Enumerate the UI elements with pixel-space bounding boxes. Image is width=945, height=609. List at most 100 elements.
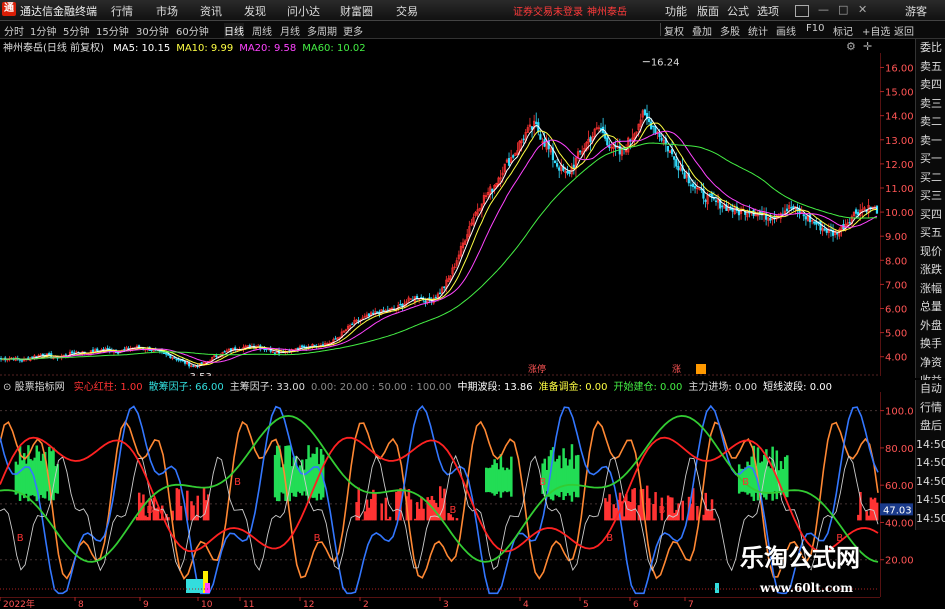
candle-body — [790, 207, 793, 209]
side-button[interactable]: 外盘 — [916, 317, 945, 336]
candle-body — [660, 137, 663, 141]
menu-options[interactable]: 选项 — [757, 3, 779, 19]
green-bar — [576, 454, 580, 498]
menu-layout[interactable]: 版面 — [697, 3, 719, 19]
menu-news[interactable]: 资讯 — [200, 3, 222, 19]
side-button[interactable]: 卖三 — [916, 95, 945, 114]
period-monthly[interactable]: 月线 — [280, 23, 300, 38]
tool-f10[interactable]: F10 — [806, 23, 824, 34]
side-button[interactable]: 换手 — [916, 335, 945, 354]
minimize-icon[interactable]: — — [818, 3, 829, 16]
bottom-marker-magenta — [205, 583, 210, 593]
date-label: 2 — [363, 600, 369, 609]
side-button[interactable]: 买三 — [916, 187, 945, 206]
price-label: 7.00 — [885, 280, 907, 291]
side-lower-button[interactable]: 行情 — [916, 399, 945, 418]
window-icon[interactable] — [795, 5, 809, 17]
candle-body — [721, 205, 724, 208]
menu-trade[interactable]: 交易 — [396, 3, 418, 19]
tool-draw[interactable]: 画线 — [776, 23, 796, 38]
side-lower-button[interactable]: 14:50 — [916, 436, 945, 455]
menu-function[interactable]: 功能 — [665, 3, 687, 19]
period-1min[interactable]: 1分钟 — [30, 23, 56, 38]
menu-ask[interactable]: 问小达 — [287, 3, 320, 19]
side-button[interactable]: 买五 — [916, 224, 945, 243]
side-button[interactable]: 总量 — [916, 298, 945, 317]
side-button[interactable]: 买二 — [916, 169, 945, 188]
tool-mark[interactable]: 标记 — [833, 23, 853, 38]
side-lower-button[interactable]: 14:50 — [916, 510, 945, 529]
zoom-icon[interactable]: ✛ — [863, 40, 872, 53]
side-lower-button[interactable]: 14:50 — [916, 491, 945, 510]
side-button[interactable]: 卖四 — [916, 76, 945, 95]
tool-back[interactable]: 返回 — [894, 23, 914, 38]
maximize-icon[interactable]: □ — [838, 3, 848, 16]
period-multi[interactable]: 多周期 — [307, 23, 337, 38]
period-60min[interactable]: 60分钟 — [176, 23, 209, 38]
menu-wealth[interactable]: 财富圈 — [340, 3, 373, 19]
red-bar — [388, 516, 392, 521]
side-button[interactable]: 涨跌 — [916, 261, 945, 280]
tool-multistock[interactable]: 多股 — [720, 23, 740, 38]
candle-body — [48, 353, 51, 355]
candle-body — [813, 221, 816, 224]
candles — [0, 104, 879, 369]
ma10-line — [0, 122, 877, 366]
side-button[interactable]: 卖一 — [916, 132, 945, 151]
tool-overlay[interactable]: 叠加 — [692, 23, 712, 38]
side-button[interactable]: 买四 — [916, 206, 945, 225]
side-lower-button[interactable]: 14:50 — [916, 454, 945, 473]
red-bar — [451, 517, 455, 521]
side-lower-button[interactable]: 自动 — [916, 380, 945, 399]
side-upper-list: 委比卖五卖四卖三卖二卖一买一买二买三买四买五现价涨跌涨幅总量外盘换手净资收益 — [916, 39, 945, 387]
close-icon[interactable]: ✕ — [858, 3, 867, 16]
side-lower-button[interactable]: 14:50 — [916, 473, 945, 492]
period-5min[interactable]: 5分钟 — [63, 23, 89, 38]
candle-body — [167, 353, 170, 356]
period-30min[interactable]: 30分钟 — [136, 23, 169, 38]
red-bar — [374, 493, 377, 521]
price-label: 4.00 — [885, 353, 907, 364]
price-label: 10.00 — [885, 208, 913, 219]
settings-gear-icon[interactable]: ⚙ — [846, 40, 856, 53]
period-15min[interactable]: 15分钟 — [96, 23, 129, 38]
candle-body — [666, 145, 670, 152]
tool-add-favorite[interactable]: +自选 — [862, 23, 890, 38]
buy-signal: B — [606, 533, 613, 544]
price-label: 5.00 — [885, 329, 907, 340]
login-warning[interactable]: 证券交易未登录 — [513, 3, 583, 18]
buy-signal: B — [146, 505, 153, 516]
date-label: 10 — [201, 600, 213, 609]
side-button[interactable]: 卖五 — [916, 58, 945, 77]
menu-quotes[interactable]: 行情 — [111, 3, 133, 19]
candle-body — [106, 347, 109, 350]
period-timeshare[interactable]: 分时 — [4, 23, 24, 38]
period-daily[interactable]: 日线 — [224, 23, 244, 38]
candle-body — [539, 134, 542, 140]
menu-discover[interactable]: 发现 — [244, 3, 266, 19]
date-axis: 2022年 8 9 10 11 12 2 3 4 5 6 7 — [0, 597, 880, 609]
side-button[interactable]: 买一 — [916, 150, 945, 169]
side-button[interactable]: 净资 — [916, 354, 945, 373]
side-lower-button[interactable]: 盘后 — [916, 417, 945, 436]
period-weekly[interactable]: 周线 — [252, 23, 272, 38]
menu-formula[interactable]: 公式 — [727, 3, 749, 19]
high-annotation: 16.24 — [651, 58, 680, 69]
period-more[interactable]: 更多 — [343, 23, 363, 38]
tool-adjust[interactable]: 复权 — [664, 23, 684, 38]
sub-current-value: 47.03 — [883, 505, 912, 516]
side-button[interactable]: 卖二 — [916, 113, 945, 132]
side-button[interactable]: 涨幅 — [916, 280, 945, 299]
main-chart-header: 神州泰岳(日线 前复权) MA5: 10.15 MA10: 9.99 MA20: 9… — [0, 39, 366, 54]
side-button[interactable]: 现价 — [916, 243, 945, 262]
candle-body — [31, 356, 34, 359]
price-label: 15.00 — [885, 88, 913, 99]
price-label: 8.00 — [885, 256, 907, 267]
price-chart[interactable]: 16.24 3.53 涨停 涨 — [0, 53, 880, 376]
menu-market[interactable]: 市场 — [156, 3, 178, 19]
sub-axis-label: 60.00 — [885, 481, 913, 492]
side-button[interactable]: 委比 — [916, 39, 945, 58]
guest-label[interactable]: 游客 — [905, 3, 927, 19]
tool-stats[interactable]: 统计 — [748, 23, 768, 38]
candle-body — [18, 359, 21, 361]
